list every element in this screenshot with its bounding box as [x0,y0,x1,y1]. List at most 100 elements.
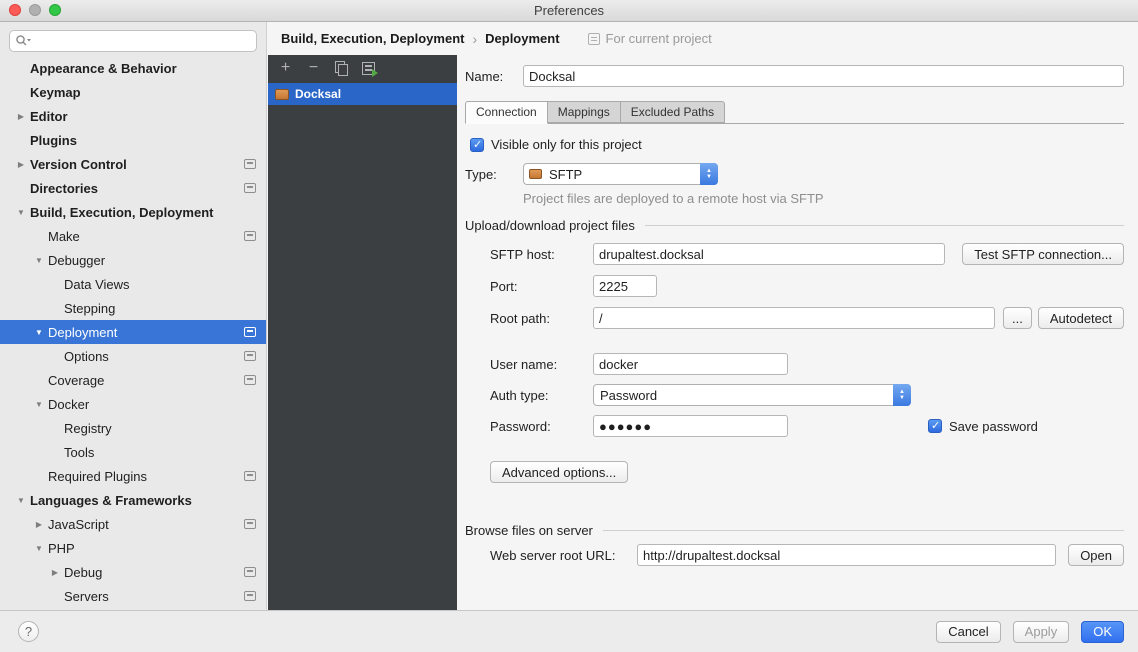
cancel-button[interactable]: Cancel [936,621,1000,643]
dialog-footer: ? Cancel Apply OK [0,610,1138,652]
sidebar-item-javascript[interactable]: ▶JavaScript [0,512,266,536]
chevron-right-icon[interactable]: ▶ [16,112,26,121]
sidebar-item-keymap[interactable]: Keymap [0,80,266,104]
sidebar-item-debug[interactable]: ▶Debug [0,560,266,584]
save-password-checkbox[interactable] [928,419,942,433]
tab-connection[interactable]: Connection [465,101,548,124]
server-list-item-docksal[interactable]: Docksal [268,83,457,105]
search-icon [15,34,31,48]
sftp-host-label: SFTP host: [490,247,593,262]
test-sftp-connection-button[interactable]: Test SFTP connection... [962,243,1124,265]
type-row: Type: SFTP ▲▼ [465,163,1124,185]
sidebar-item-editor[interactable]: ▶Editor [0,104,266,128]
import-server-icon[interactable] [362,62,375,75]
project-scope-icon [244,231,256,241]
sidebar-item-appearance-behavior[interactable]: Appearance & Behavior [0,56,266,80]
search-input[interactable] [9,30,257,52]
ok-button[interactable]: OK [1081,621,1124,643]
sidebar-item-deployment[interactable]: ▼Deployment [0,320,266,344]
sidebar-item-make[interactable]: Make [0,224,266,248]
settings-tree: Appearance & BehaviorKeymap▶Editor Plugin… [0,56,266,608]
sidebar-item-options[interactable]: Options [0,344,266,368]
sidebar-item-tools[interactable]: Tools [0,440,266,464]
settings-sidebar: Appearance & BehaviorKeymap▶Editor Plugin… [0,22,267,610]
stepper-arrows-icon[interactable]: ▲▼ [893,384,911,406]
sidebar-item-label: Stepping [60,301,115,316]
sidebar-item-label: Debug [60,565,102,580]
name-row: Name: [465,65,1124,87]
sidebar-item-debugger[interactable]: ▼Debugger [0,248,266,272]
help-button[interactable]: ? [18,621,39,642]
sidebar-item-servers[interactable]: Servers [0,584,266,608]
zoom-window-icon[interactable] [49,4,61,16]
sidebar-item-stepping[interactable]: Stepping [0,296,266,320]
sidebar-item-docker[interactable]: ▼Docker [0,392,266,416]
sidebar-item-label: Required Plugins [44,469,147,484]
chevron-down-icon[interactable]: ▼ [34,256,44,265]
sidebar-item-data-views[interactable]: Data Views [0,272,266,296]
sidebar-item-label: Build, Execution, Deployment [26,205,213,220]
preferences-window: Preferences Appearance & BehaviorKeymap▶… [0,0,1138,652]
breadcrumb-part-parent[interactable]: Build, Execution, Deployment [281,31,464,46]
tab-mappings[interactable]: Mappings [548,101,621,123]
autodetect-button[interactable]: Autodetect [1038,307,1124,329]
remove-server-icon[interactable]: − [306,61,321,76]
port-row: Port: [490,275,1124,297]
chevron-down-icon[interactable]: ▼ [34,328,44,337]
auth-type-row: Auth type: Password ▲▼ [490,384,1124,406]
chevron-down-icon[interactable]: ▼ [34,544,44,553]
project-scope-icon [244,519,256,529]
chevron-down-icon[interactable]: ▼ [16,496,26,505]
copy-server-icon[interactable] [334,61,349,76]
advanced-options-button[interactable]: Advanced options... [490,461,628,483]
save-password-label: Save password [949,419,1038,434]
chevron-right-icon[interactable]: ▶ [16,160,26,169]
chevron-right-icon[interactable]: ▶ [50,568,60,577]
password-label: Password: [490,419,593,434]
sidebar-item-version-control[interactable]: ▶Version Control [0,152,266,176]
user-name-input[interactable] [593,353,788,375]
breadcrumb-part-current: Deployment [485,31,559,46]
sidebar-item-directories[interactable]: Directories [0,176,266,200]
close-window-icon[interactable] [9,4,21,16]
chevron-right-icon[interactable]: ▶ [34,520,44,529]
root-path-label: Root path: [490,311,593,326]
browse-section-title: Browse files on server [465,523,593,538]
visible-only-checkbox[interactable] [470,138,484,152]
project-scope-icon [244,351,256,361]
sidebar-item-required-plugins[interactable]: Required Plugins [0,464,266,488]
add-server-icon[interactable]: + [278,61,293,76]
sidebar-item-build-execution-deployment[interactable]: ▼Build, Execution, Deployment [0,200,266,224]
sidebar-item-label: Options [60,349,109,364]
sidebar-item-coverage[interactable]: Coverage [0,368,266,392]
window-title: Preferences [534,3,604,18]
port-input[interactable] [593,275,657,297]
open-button[interactable]: Open [1068,544,1124,566]
apply-button[interactable]: Apply [1013,621,1070,643]
sftp-host-input[interactable] [593,243,945,265]
user-name-label: User name: [490,357,593,372]
web-root-input[interactable] [637,544,1056,566]
stepper-arrows-icon[interactable]: ▲▼ [700,163,718,185]
type-help-text: Project files are deployed to a remote h… [523,191,1124,206]
sidebar-item-label: Plugins [26,133,77,148]
type-select[interactable]: SFTP ▲▼ [523,163,718,185]
password-input[interactable] [593,415,788,437]
name-input[interactable] [523,65,1124,87]
sidebar-item-registry[interactable]: Registry [0,416,266,440]
sidebar-item-label: Version Control [26,157,127,172]
upload-section-title: Upload/download project files [465,218,635,233]
sidebar-item-languages-frameworks[interactable]: ▼Languages & Frameworks [0,488,266,512]
visible-only-row: Visible only for this project [465,137,1124,152]
chevron-down-icon[interactable]: ▼ [16,208,26,217]
sidebar-item-label: PHP [44,541,75,556]
tab-excluded-paths[interactable]: Excluded Paths [621,101,725,123]
chevron-down-icon[interactable]: ▼ [34,400,44,409]
browse-root-path-button[interactable]: ... [1003,307,1032,329]
root-path-input[interactable] [593,307,995,329]
sftp-server-icon [275,89,289,100]
sidebar-item-php[interactable]: ▼PHP [0,536,266,560]
auth-type-select[interactable]: Password ▲▼ [593,384,911,406]
search-box [9,30,257,52]
sidebar-item-plugins[interactable]: Plugins [0,128,266,152]
